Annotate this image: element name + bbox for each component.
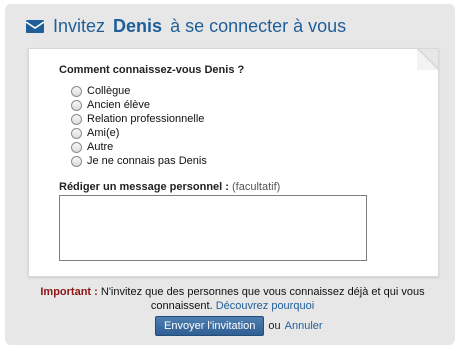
- message-label: Rédiger un message personnel : (facultat…: [59, 181, 280, 194]
- contact-name: Denis: [113, 16, 163, 36]
- option-label-professional: Relation professionnelle: [87, 112, 205, 125]
- header-prefix: Invitez: [53, 16, 106, 36]
- relationship-options: Collègue Ancien élève Relation professio…: [71, 84, 207, 168]
- option-row-unknown[interactable]: Je ne connais pas Denis: [71, 154, 207, 168]
- option-label-other: Autre: [87, 140, 114, 153]
- option-row-alumni[interactable]: Ancien élève: [71, 98, 207, 112]
- option-row-other[interactable]: Autre: [71, 140, 207, 154]
- important-label: Important :: [40, 286, 98, 298]
- radio-friend[interactable]: [71, 127, 82, 139]
- message-optional-text: (facultatif): [232, 181, 281, 193]
- page-fold-icon: [417, 49, 438, 70]
- radio-professional[interactable]: [71, 113, 82, 125]
- option-label-friend: Ami(e): [87, 126, 120, 139]
- cancel-link[interactable]: Annuler: [285, 320, 323, 332]
- radio-colleague[interactable]: [71, 85, 82, 97]
- message-label-text: Rédiger un message personnel :: [59, 181, 229, 193]
- option-label-unknown: Je ne connais pas Denis: [87, 154, 207, 167]
- header-suffix: à se connecter à vous: [170, 16, 347, 36]
- radio-unknown[interactable]: [71, 155, 82, 167]
- radio-other[interactable]: [71, 141, 82, 153]
- option-row-friend[interactable]: Ami(e): [71, 126, 207, 140]
- important-notice: Important : N'invitez que des personnes …: [30, 285, 435, 313]
- radio-alumni[interactable]: [71, 99, 82, 111]
- invitation-card: Comment connaissez-vous Denis ? Collègue…: [28, 48, 439, 277]
- send-invitation-button[interactable]: Envoyer l'invitation: [155, 316, 265, 336]
- invite-header: Invitez Denis à se connecter à vous: [25, 15, 346, 37]
- form-actions: Envoyer l'invitation ou Annuler: [155, 316, 323, 336]
- option-label-colleague: Collègue: [87, 84, 131, 97]
- option-row-colleague[interactable]: Collègue: [71, 84, 207, 98]
- option-label-alumni: Ancien élève: [87, 98, 150, 111]
- option-row-professional[interactable]: Relation professionnelle: [71, 112, 207, 126]
- relationship-question: Comment connaissez-vous Denis ?: [59, 64, 245, 76]
- invite-panel: Invitez Denis à se connecter à vous Comm…: [5, 4, 455, 345]
- personal-message-textarea[interactable]: [59, 195, 367, 261]
- or-text: ou: [268, 320, 281, 332]
- envelope-icon: [25, 20, 45, 33]
- learn-why-link[interactable]: Découvrez pourquoi: [216, 300, 314, 312]
